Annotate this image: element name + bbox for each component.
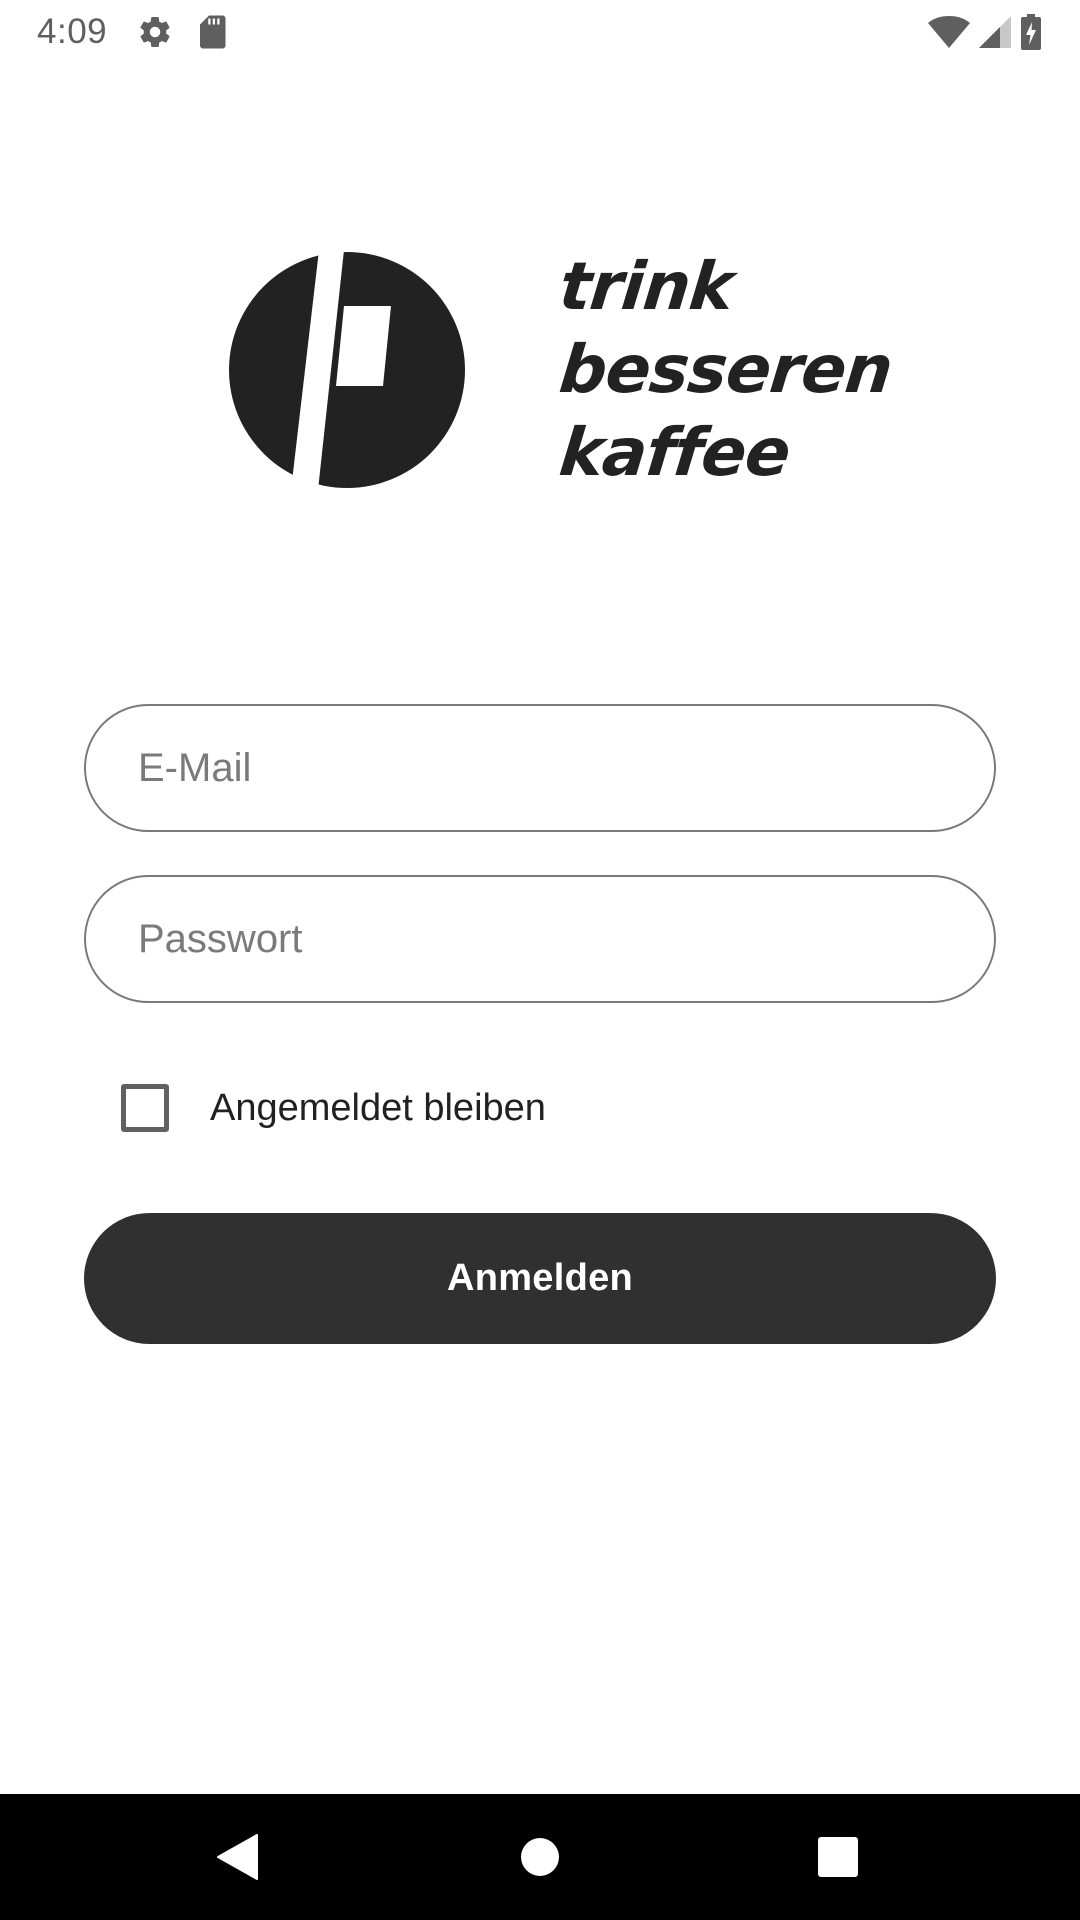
sd-card-icon xyxy=(197,14,227,50)
recents-icon xyxy=(818,1837,858,1877)
remember-me-label: Angemeldet bleiben xyxy=(210,1086,546,1129)
logo-text-line: kaffee xyxy=(555,414,794,491)
status-right xyxy=(920,13,1042,50)
wifi-icon xyxy=(928,15,970,49)
settings-gear-icon xyxy=(137,14,173,50)
status-bar: 4:09 xyxy=(0,0,1080,63)
battery-charging-icon xyxy=(1020,13,1042,50)
email-input[interactable] xyxy=(138,745,994,791)
status-left: 4:09 xyxy=(37,12,251,52)
password-field[interactable] xyxy=(84,875,996,1003)
cell-signal-icon xyxy=(978,15,1012,49)
recents-button[interactable] xyxy=(778,1794,898,1920)
logo-text: trink besseren kaffee xyxy=(556,245,896,494)
password-input[interactable] xyxy=(138,916,994,962)
back-icon xyxy=(217,1834,258,1880)
home-button[interactable] xyxy=(480,1794,600,1920)
email-field[interactable] xyxy=(84,704,996,832)
brand-logo: trink besseren kaffee xyxy=(220,245,896,495)
logo-text-line: besseren xyxy=(555,331,896,408)
home-icon xyxy=(521,1838,559,1876)
navigation-bar xyxy=(0,1794,1080,1920)
logo-text-line: trink xyxy=(555,248,737,325)
status-time: 4:09 xyxy=(37,11,108,51)
back-button[interactable] xyxy=(178,1794,298,1920)
login-screen: 4:09 trink besseren kaffee E-Mail Angeme… xyxy=(0,0,1080,1920)
remember-me-row[interactable]: Angemeldet bleiben xyxy=(121,1082,546,1134)
remember-me-checkbox[interactable] xyxy=(121,1084,169,1132)
logo-mark-icon xyxy=(229,250,465,490)
login-button[interactable]: Anmelden xyxy=(84,1213,996,1344)
